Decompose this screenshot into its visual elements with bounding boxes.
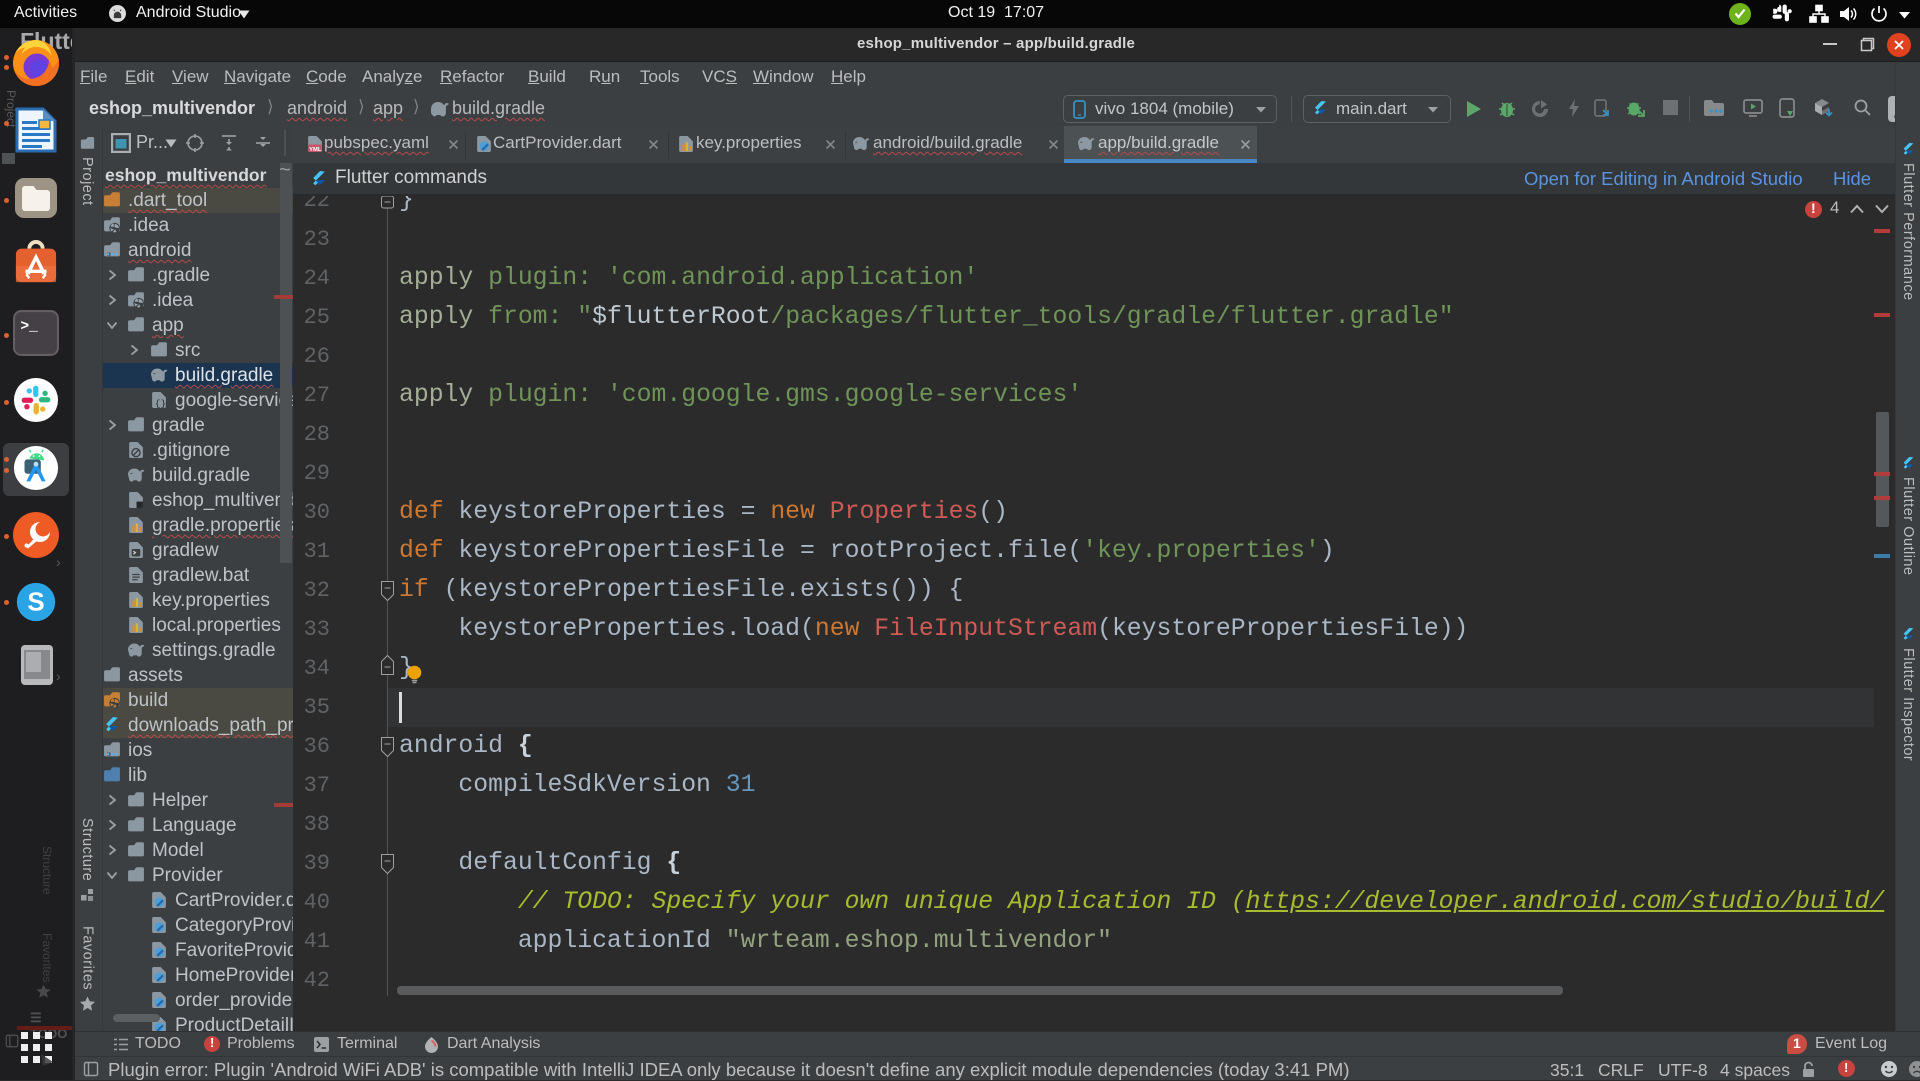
svg-text:S: S — [27, 589, 44, 617]
svg-text:>_: >_ — [20, 319, 38, 335]
